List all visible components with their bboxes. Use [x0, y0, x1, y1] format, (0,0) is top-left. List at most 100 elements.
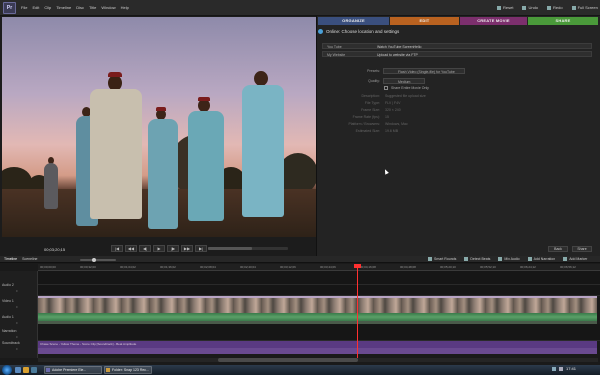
audio-clip[interactable]: [38, 313, 597, 321]
video-clip[interactable]: [38, 298, 597, 313]
transport-controls: |◀ ◀◀ ◀| ▶ |▶ ▶▶ ▶|: [111, 245, 207, 252]
mix-audio-icon: [498, 257, 503, 261]
taskbar-item-premiere[interactable]: Adobe Premiere Ele...: [44, 366, 102, 374]
back-button[interactable]: Back: [548, 246, 568, 252]
track-audio-2[interactable]: [38, 271, 600, 285]
estimated-size-value: 19.6 MB: [385, 129, 399, 133]
tab-timeline[interactable]: Timeline: [4, 257, 17, 261]
track-label-soundtrack[interactable]: Soundtrack: [2, 341, 20, 345]
menu-disc[interactable]: Disc: [76, 5, 84, 10]
top-right-tools: Reset Undo Redo Full Screen: [497, 5, 598, 10]
video-preview[interactable]: [2, 17, 316, 237]
taskbar-item-folder[interactable]: Folder: Snap 123 Rec...: [104, 366, 152, 374]
menu-title[interactable]: Title: [89, 5, 96, 10]
share-button[interactable]: Share: [572, 246, 592, 252]
track-menu-icon[interactable]: ≡: [16, 335, 18, 339]
track-label-narration[interactable]: Narration: [2, 329, 16, 333]
premiere-icon: [46, 368, 50, 372]
volume-icon[interactable]: [559, 366, 563, 371]
shuttle-slider[interactable]: [208, 247, 288, 250]
reset-button[interactable]: Reset: [497, 5, 513, 10]
menu-timeline[interactable]: Timeline: [56, 5, 71, 10]
tab-sceneline[interactable]: Sceneline: [22, 257, 37, 261]
tick-label: 00;00;00;00: [40, 265, 56, 269]
frame-size-label: Frame Size:: [361, 108, 380, 112]
timecode-display: 00;03;20;15: [44, 247, 66, 252]
presets-value: Flash Video (Single-file) for YouTube: [398, 70, 455, 74]
full-screen-button[interactable]: Full Screen: [571, 5, 598, 10]
menu-help[interactable]: Help: [121, 5, 129, 10]
estimated-size-label: Estimated Size:: [355, 129, 380, 133]
track-label-video-1[interactable]: Video 1: [2, 299, 14, 303]
track-headers: Audio 2 ≡ Video 1 ≡ Audio 1 ≡ Narration …: [0, 271, 38, 358]
presets-dropdown[interactable]: Flash Video (Single-file) for YouTube: [383, 68, 465, 74]
add-narration-button[interactable]: Add Narration: [527, 257, 555, 261]
rewind-button[interactable]: ◀◀: [125, 245, 137, 252]
undo-button[interactable]: Undo: [522, 5, 538, 10]
quick-launch-icon[interactable]: [15, 367, 21, 373]
smart-rounds-button[interactable]: Smart Rounds: [428, 257, 456, 261]
playhead[interactable]: [357, 264, 358, 358]
menu-clip[interactable]: Clip: [44, 5, 51, 10]
quality-dropdown[interactable]: Medium: [383, 78, 425, 84]
track-menu-icon[interactable]: ≡: [16, 305, 18, 309]
quick-launch-icon[interactable]: [23, 367, 29, 373]
track-menu-icon[interactable]: ≡: [16, 347, 18, 351]
website-row[interactable]: My Website Upload to website via FTP: [322, 51, 592, 57]
quick-launch-icon[interactable]: [31, 367, 37, 373]
youtube-row[interactable]: You Tube Watch YouTube ScreenHello: [322, 43, 592, 49]
shuttle-fill: [208, 247, 252, 250]
fast-forward-button[interactable]: ▶▶: [181, 245, 193, 252]
tab-create-movie[interactable]: CREATE MOVIE: [460, 17, 527, 25]
share-header-text: Online: Choose location and settings: [326, 29, 400, 34]
go-to-start-button[interactable]: |◀: [111, 245, 123, 252]
menu-window[interactable]: Window: [101, 5, 115, 10]
track-menu-icon[interactable]: ≡: [16, 321, 18, 325]
redo-button[interactable]: Redo: [547, 5, 563, 10]
file-type-label: File Type:: [364, 101, 380, 105]
menu-list: File Edit Clip Timeline Disc Title Windo…: [21, 5, 129, 10]
detect-beats-icon: [464, 257, 469, 261]
play-button[interactable]: ▶: [153, 245, 165, 252]
track-label-audio-1[interactable]: Audio 1: [2, 315, 14, 319]
youtube-value: Watch YouTube ScreenHello: [377, 45, 422, 49]
tick-label: 00;02;08;04: [200, 265, 216, 269]
zoom-slider[interactable]: [80, 259, 116, 261]
add-marker-button[interactable]: Add Marker: [563, 257, 587, 261]
time-ruler[interactable]: 00;00;00;00 00;00;32;00 00;01;04;02 00;0…: [38, 264, 600, 271]
network-icon[interactable]: [552, 366, 556, 371]
track-menu-icon[interactable]: ≡: [16, 289, 18, 293]
mix-audio-button[interactable]: Mix Audio: [498, 257, 520, 261]
zoom-slider-knob[interactable]: [92, 258, 96, 262]
scrollbar-thumb[interactable]: [218, 358, 358, 362]
step-back-button[interactable]: ◀|: [139, 245, 151, 252]
detect-beats-button[interactable]: Detect Beats: [464, 257, 490, 261]
track-label-audio-2[interactable]: Audio 2: [2, 283, 14, 287]
tab-organize[interactable]: ORGANIZE: [318, 17, 389, 25]
track-narration[interactable]: [38, 324, 600, 341]
menu-edit[interactable]: Edit: [32, 5, 39, 10]
soundtrack-clip-lower: [38, 348, 597, 354]
share-entire-checkbox[interactable]: [384, 86, 388, 90]
start-button[interactable]: [2, 365, 12, 375]
soundtrack-clip[interactable]: Chase Scene - Yellow Theme - Score Clip …: [38, 341, 597, 348]
youtube-label: You Tube: [327, 45, 342, 49]
tick-label: 00;05;20;10: [440, 265, 456, 269]
step-forward-button[interactable]: |▶: [167, 245, 179, 252]
platform-value: Windows, Mac: [385, 122, 408, 126]
online-icon: [318, 29, 323, 34]
tab-share[interactable]: SHARE: [528, 17, 598, 25]
description-label: Description:: [361, 94, 380, 98]
go-to-end-button[interactable]: ▶|: [195, 245, 207, 252]
system-tray: 17:41: [552, 366, 576, 371]
tab-edit[interactable]: EDIT: [390, 17, 459, 25]
menu-file[interactable]: File: [21, 5, 27, 10]
timeline-scrollbar[interactable]: [38, 358, 598, 362]
tick-label: 00;03;44;06: [320, 265, 336, 269]
clock[interactable]: 17:41: [566, 366, 576, 371]
tick-label: 00;04;48;08: [400, 265, 416, 269]
description-value: Suggested file upload size: [385, 94, 426, 98]
playhead-handle[interactable]: [354, 264, 361, 268]
website-value: Upload to website via FTP: [377, 53, 418, 57]
share-header: Online: Choose location and settings: [318, 29, 399, 34]
